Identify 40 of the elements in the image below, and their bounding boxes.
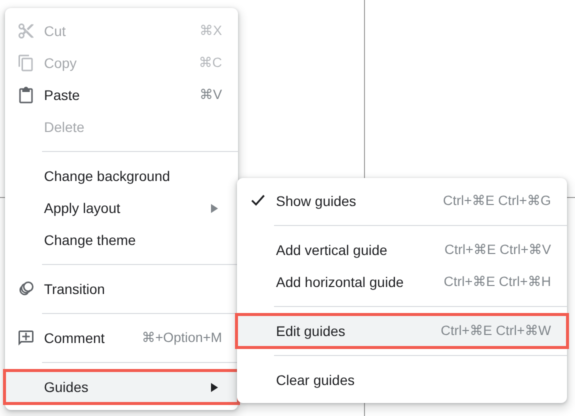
add-comment-icon: [17, 329, 35, 347]
menu-item-label: Change theme: [44, 232, 137, 248]
menu-item[interactable]: Guides: [5, 371, 238, 403]
menu-item-label: Transition: [44, 281, 106, 297]
menu-item-label: Cut: [44, 23, 67, 39]
menu-item[interactable]: Change background: [5, 160, 238, 192]
shortcut-label: Ctrl+⌘E Ctrl+⌘W: [440, 323, 551, 339]
shortcut-label: Ctrl+⌘E Ctrl+⌘G: [442, 193, 551, 209]
menu-item-label: Add horizontal guide: [276, 274, 405, 290]
menu-item[interactable]: Transition: [5, 273, 238, 305]
menu-item[interactable]: Clear guides: [237, 364, 567, 396]
menu-item-label: Edit guides: [276, 323, 346, 339]
stacked-circles-icon: [17, 280, 35, 298]
menu-item[interactable]: Comment ⌘+Option+M: [5, 322, 238, 354]
menu-item-label: Clear guides: [276, 372, 356, 388]
menu-item-label: Show guides: [276, 193, 358, 209]
shortcut-label: ⌘+Option+M: [142, 330, 222, 346]
menu-item-label: Comment: [44, 330, 106, 346]
clipboard-icon: [17, 86, 35, 104]
shortcut-label: Ctrl+⌘E Ctrl+⌘H: [444, 274, 551, 290]
menu-item-label: Guides: [44, 379, 90, 395]
menu-item-label: Change background: [44, 168, 172, 184]
scissors-icon: [17, 22, 35, 40]
shortcut-label: Ctrl+⌘E Ctrl+⌘V: [444, 242, 551, 258]
shortcut-label: ⌘V: [199, 87, 222, 103]
menu-item[interactable]: Add vertical guide Ctrl+⌘E Ctrl+⌘V: [237, 234, 567, 266]
menu-item[interactable]: Add horizontal guide Ctrl+⌘E Ctrl+⌘H: [237, 266, 567, 298]
menu-item-label: Copy: [44, 55, 78, 71]
menu-item[interactable]: Edit guides Ctrl+⌘E Ctrl+⌘W: [237, 315, 567, 347]
menu-item-label: Delete: [44, 119, 86, 135]
shortcut-label: ⌘C: [198, 55, 222, 71]
copy-icon: [17, 54, 35, 72]
shortcut-label: ⌘X: [199, 23, 222, 39]
menu-item[interactable]: Show guides Ctrl+⌘E Ctrl+⌘G: [237, 185, 567, 217]
menu-item[interactable]: Change theme: [5, 224, 238, 256]
menu-item-label: Add vertical guide: [276, 242, 388, 258]
menu-item-label: Apply layout: [44, 200, 122, 216]
menu-item[interactable]: Paste ⌘V: [5, 79, 238, 111]
menu-item-label: Paste: [44, 87, 81, 103]
menu-item[interactable]: Apply layout: [5, 192, 238, 224]
